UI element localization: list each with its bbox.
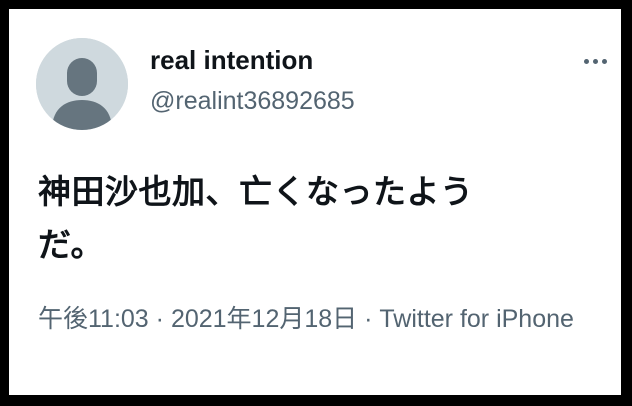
tweet-card: real intention @realint36892685 神田沙也加、亡く… xyxy=(9,9,621,395)
meta-separator: · xyxy=(357,305,380,333)
more-dot xyxy=(601,58,607,64)
tweet-metadata: 午後11:03 · 2021年12月18日 · Twitter for iPho… xyxy=(38,301,583,338)
default-profile-icon xyxy=(36,38,128,130)
more-dot xyxy=(583,58,589,64)
tweet-source[interactable]: Twitter for iPhone xyxy=(379,305,574,333)
meta-separator: · xyxy=(148,305,171,333)
user-handle[interactable]: @realint36892685 xyxy=(150,86,355,116)
tweet-text: 神田沙也加、亡くなったよう だ。 xyxy=(38,165,598,271)
more-icon[interactable] xyxy=(579,53,611,69)
tweet-time[interactable]: 午後11:03 xyxy=(38,305,149,333)
tweet-text-line: だ。 xyxy=(38,225,105,264)
avatar[interactable] xyxy=(36,38,128,130)
more-dot xyxy=(592,58,598,64)
display-name[interactable]: real intention xyxy=(150,45,313,75)
tweet-text-line: 神田沙也加、亡くなったよう xyxy=(38,172,474,211)
tweet-date[interactable]: 2021年12月18日 xyxy=(171,305,357,333)
